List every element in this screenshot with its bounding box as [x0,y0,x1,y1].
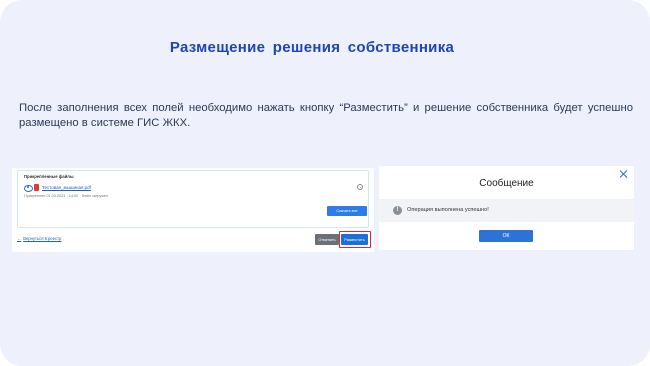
pdf-icon [34,183,39,191]
slide: Размещение решения собственника После за… [0,0,650,366]
back-to-registry-link[interactable]: ← Вернуться в реестр [17,236,61,241]
slide-body-text: После заполнения всех полей необходимо н… [19,102,633,129]
download-all-button[interactable]: Скачать все [327,206,367,216]
eye-icon[interactable] [24,184,33,192]
settings-icon[interactable] [357,184,363,190]
back-link-label: Вернуться в реестр [23,236,62,241]
file-row: Тестовая_мышиная.pdf [24,183,91,192]
file-meta: Прикреплен 01.03.2024 · 14:02 · Файл заг… [24,194,109,198]
attached-files-panel: Прикрепленные файлы Тестовая_мышиная.pdf… [17,170,369,228]
file-link[interactable]: Тестовая_мышиная.pdf [42,185,91,190]
slide-title: Размещение решения собственника [169,39,455,56]
cancel-button[interactable]: Отменить [315,234,339,245]
close-icon[interactable] [619,169,629,179]
attached-files-title: Прикрепленные файлы [24,174,74,179]
success-message: Операция выполнена успешно! [407,207,489,213]
dialog-title: Сообщение [479,178,534,189]
publish-button[interactable]: Разместить [341,234,368,245]
ok-button[interactable]: ОК [479,230,533,242]
back-arrow-icon: ← [17,236,22,241]
info-icon: ! [393,206,402,215]
screenshot-decision-form: Прикрепленные файлы Тестовая_мышиная.pdf… [12,168,374,252]
screenshot-success-dialog: Сообщение ! Операция выполнена успешно! … [379,166,634,250]
